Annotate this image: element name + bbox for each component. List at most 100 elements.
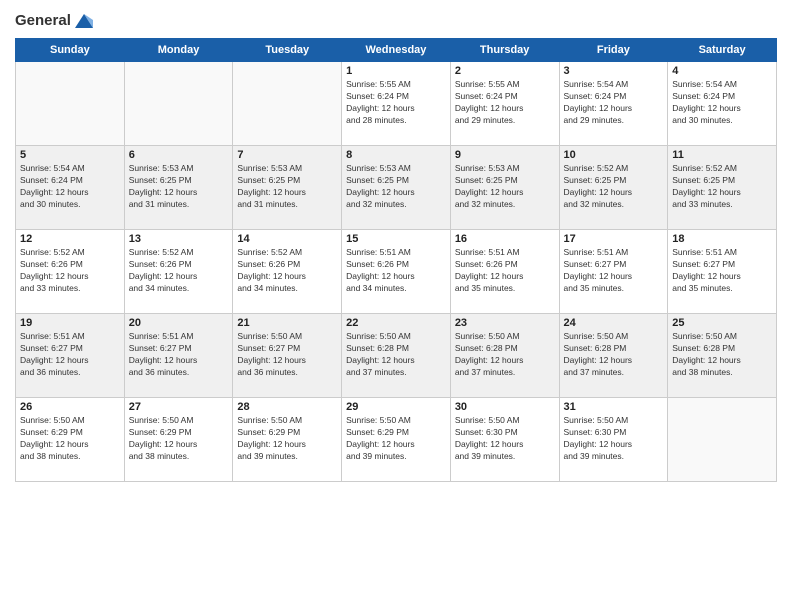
calendar-cell: 9Sunrise: 5:53 AM Sunset: 6:25 PM Daylig… (450, 146, 559, 230)
day-info: Sunrise: 5:50 AM Sunset: 6:28 PM Dayligh… (564, 331, 664, 379)
day-info: Sunrise: 5:52 AM Sunset: 6:26 PM Dayligh… (20, 247, 120, 295)
calendar-cell (668, 398, 777, 482)
day-number: 13 (129, 233, 229, 245)
day-number: 14 (237, 233, 337, 245)
calendar-cell: 8 Sunrise: 5:53 AM Sunset: 6:25 PM Daylig… (342, 146, 451, 230)
day-number: 28 (237, 401, 337, 413)
day-number: 8 (346, 149, 446, 161)
logo: General (15, 10, 95, 32)
day-number: 1 (346, 65, 446, 77)
day-info: Sunrise: 5:51 AM Sunset: 6:26 PM Dayligh… (346, 247, 446, 295)
calendar-cell: 19 Sunrise: 5:51 AM Sunset: 6:27 PM Dayli… (16, 314, 125, 398)
calendar-cell: 26 Sunrise: 5:50 AM Sunset: 6:29 PM Dayli… (16, 398, 125, 482)
day-number: 23 (455, 317, 555, 329)
calendar-cell: 23Sunrise: 5:50 AM Sunset: 6:28 PM Dayli… (450, 314, 559, 398)
calendar-cell: 24 Sunrise: 5:50 AM Sunset: 6:28 PM Dayli… (559, 314, 668, 398)
calendar-table: SundayMondayTuesdayWednesdayThursdayFrid… (15, 38, 777, 482)
calendar-cell: 7 Sunrise: 5:53 AM Sunset: 6:25 PM Daylig… (233, 146, 342, 230)
calendar-cell: 29 Sunrise: 5:50 AM Sunset: 6:29 PM Dayli… (342, 398, 451, 482)
weekday-header-monday: Monday (124, 39, 233, 62)
day-number: 20 (129, 317, 229, 329)
day-number: 15 (346, 233, 446, 245)
calendar-cell: 12 Sunrise: 5:52 AM Sunset: 6:26 PM Dayli… (16, 230, 125, 314)
calendar-cell (233, 62, 342, 146)
day-number: 10 (564, 149, 664, 161)
day-info: Sunrise: 5:52 AM Sunset: 6:25 PM Dayligh… (672, 163, 772, 211)
weekday-header-sunday: Sunday (16, 39, 125, 62)
calendar-week-1: 1 Sunrise: 5:55 AM Sunset: 6:24 PM Daylig… (16, 62, 777, 146)
weekday-header-thursday: Thursday (450, 39, 559, 62)
day-number: 29 (346, 401, 446, 413)
calendar-cell: 13 Sunrise: 5:52 AM Sunset: 6:26 PM Dayli… (124, 230, 233, 314)
day-number: 25 (672, 317, 772, 329)
calendar-cell (124, 62, 233, 146)
day-number: 9 (455, 149, 555, 161)
header: General (15, 10, 777, 32)
day-info: Sunrise: 5:53 AM Sunset: 6:25 PM Dayligh… (346, 163, 446, 211)
weekday-header-wednesday: Wednesday (342, 39, 451, 62)
day-info: Sunrise: 5:50 AM Sunset: 6:29 PM Dayligh… (129, 415, 229, 463)
day-info: Sunrise: 5:51 AM Sunset: 6:27 PM Dayligh… (20, 331, 120, 379)
day-info: Sunrise: 5:51 AM Sunset: 6:27 PM Dayligh… (129, 331, 229, 379)
calendar-cell: 21Sunrise: 5:50 AM Sunset: 6:27 PM Dayli… (233, 314, 342, 398)
weekday-header-friday: Friday (559, 39, 668, 62)
calendar-cell: 25 Sunrise: 5:50 AM Sunset: 6:28 PM Dayli… (668, 314, 777, 398)
calendar-cell: 5 Sunrise: 5:54 AM Sunset: 6:24 PM Daylig… (16, 146, 125, 230)
day-info: Sunrise: 5:50 AM Sunset: 6:27 PM Dayligh… (237, 331, 337, 379)
calendar-cell: 2 Sunrise: 5:55 AM Sunset: 6:24 PM Daylig… (450, 62, 559, 146)
day-number: 6 (129, 149, 229, 161)
day-number: 4 (672, 65, 772, 77)
logo-text: General (15, 10, 95, 32)
day-info: Sunrise: 5:50 AM Sunset: 6:29 PM Dayligh… (237, 415, 337, 463)
day-info: Sunrise: 5:52 AM Sunset: 6:26 PM Dayligh… (129, 247, 229, 295)
logo-icon (73, 10, 95, 32)
calendar-cell: 4 Sunrise: 5:54 AM Sunset: 6:24 PM Daylig… (668, 62, 777, 146)
weekday-header-tuesday: Tuesday (233, 39, 342, 62)
day-info: Sunrise: 5:51 AM Sunset: 6:27 PM Dayligh… (672, 247, 772, 295)
day-number: 24 (564, 317, 664, 329)
calendar-cell: 6Sunrise: 5:53 AM Sunset: 6:25 PM Daylig… (124, 146, 233, 230)
calendar-week-2: 5 Sunrise: 5:54 AM Sunset: 6:24 PM Daylig… (16, 146, 777, 230)
calendar-cell: 15 Sunrise: 5:51 AM Sunset: 6:26 PM Dayli… (342, 230, 451, 314)
day-info: Sunrise: 5:50 AM Sunset: 6:28 PM Dayligh… (346, 331, 446, 379)
day-info: Sunrise: 5:55 AM Sunset: 6:24 PM Dayligh… (455, 79, 555, 127)
day-info: Sunrise: 5:50 AM Sunset: 6:30 PM Dayligh… (455, 415, 555, 463)
day-info: Sunrise: 5:50 AM Sunset: 6:29 PM Dayligh… (20, 415, 120, 463)
page-container: General SundayMondayTuesdayWednesdayThur… (0, 0, 792, 492)
day-info: Sunrise: 5:51 AM Sunset: 6:27 PM Dayligh… (564, 247, 664, 295)
calendar-cell: 30 Sunrise: 5:50 AM Sunset: 6:30 PM Dayli… (450, 398, 559, 482)
calendar-week-4: 19 Sunrise: 5:51 AM Sunset: 6:27 PM Dayli… (16, 314, 777, 398)
day-number: 2 (455, 65, 555, 77)
weekday-header-saturday: Saturday (668, 39, 777, 62)
calendar-body: 1 Sunrise: 5:55 AM Sunset: 6:24 PM Daylig… (16, 62, 777, 482)
day-number: 3 (564, 65, 664, 77)
day-number: 30 (455, 401, 555, 413)
day-info: Sunrise: 5:52 AM Sunset: 6:26 PM Dayligh… (237, 247, 337, 295)
day-number: 26 (20, 401, 120, 413)
calendar-cell: 28 Sunrise: 5:50 AM Sunset: 6:29 PM Dayli… (233, 398, 342, 482)
calendar-cell: 20 Sunrise: 5:51 AM Sunset: 6:27 PM Dayli… (124, 314, 233, 398)
day-number: 19 (20, 317, 120, 329)
day-number: 16 (455, 233, 555, 245)
day-number: 27 (129, 401, 229, 413)
calendar-cell: 18Sunrise: 5:51 AM Sunset: 6:27 PM Dayli… (668, 230, 777, 314)
calendar-cell: 17Sunrise: 5:51 AM Sunset: 6:27 PM Dayli… (559, 230, 668, 314)
calendar-cell (16, 62, 125, 146)
day-number: 22 (346, 317, 446, 329)
day-info: Sunrise: 5:54 AM Sunset: 6:24 PM Dayligh… (564, 79, 664, 127)
day-number: 12 (20, 233, 120, 245)
day-info: Sunrise: 5:50 AM Sunset: 6:29 PM Dayligh… (346, 415, 446, 463)
calendar-cell: 16 Sunrise: 5:51 AM Sunset: 6:26 PM Dayli… (450, 230, 559, 314)
day-info: Sunrise: 5:53 AM Sunset: 6:25 PM Dayligh… (237, 163, 337, 211)
day-number: 5 (20, 149, 120, 161)
day-info: Sunrise: 5:54 AM Sunset: 6:24 PM Dayligh… (20, 163, 120, 211)
calendar-cell: 1 Sunrise: 5:55 AM Sunset: 6:24 PM Daylig… (342, 62, 451, 146)
day-info: Sunrise: 5:52 AM Sunset: 6:25 PM Dayligh… (564, 163, 664, 211)
day-number: 7 (237, 149, 337, 161)
day-info: Sunrise: 5:54 AM Sunset: 6:24 PM Dayligh… (672, 79, 772, 127)
day-info: Sunrise: 5:51 AM Sunset: 6:26 PM Dayligh… (455, 247, 555, 295)
calendar-week-3: 12 Sunrise: 5:52 AM Sunset: 6:26 PM Dayli… (16, 230, 777, 314)
day-info: Sunrise: 5:50 AM Sunset: 6:28 PM Dayligh… (672, 331, 772, 379)
calendar-cell: 3 Sunrise: 5:54 AM Sunset: 6:24 PM Daylig… (559, 62, 668, 146)
day-info: Sunrise: 5:55 AM Sunset: 6:24 PM Dayligh… (346, 79, 446, 127)
